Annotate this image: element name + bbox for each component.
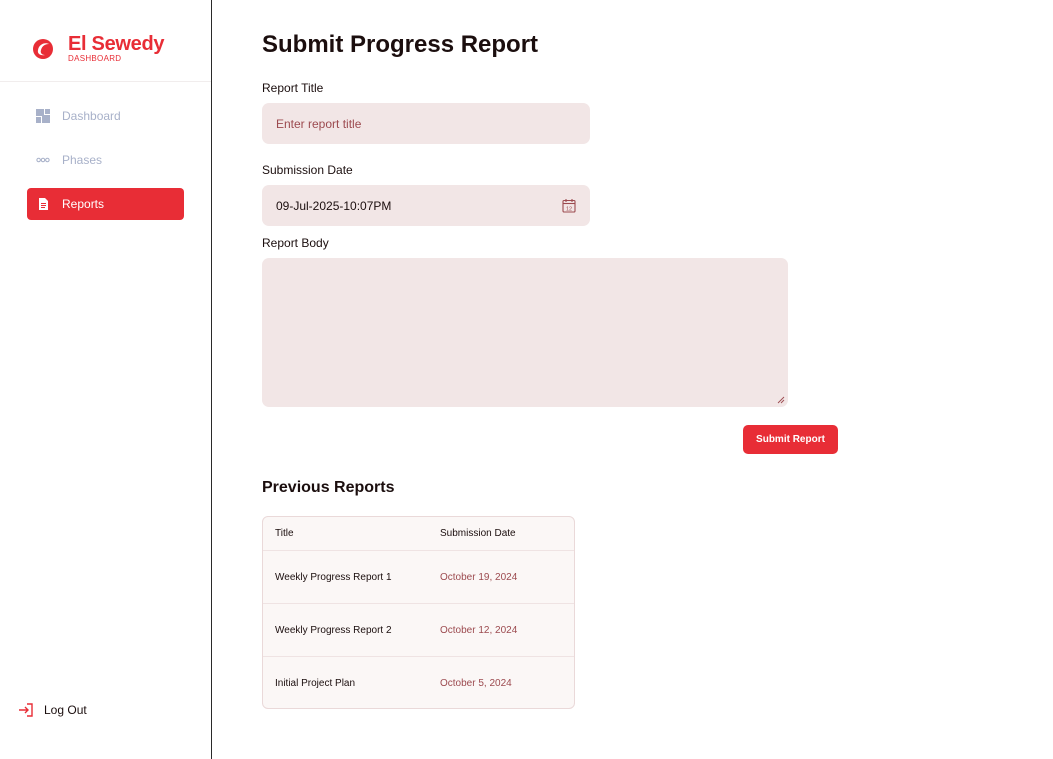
report-body-label: Report Body (262, 236, 329, 250)
logo-icon (33, 39, 53, 59)
report-date-cell: October 5, 2024 (440, 678, 512, 689)
page-title: Submit Progress Report (262, 31, 539, 58)
table-header: Title Submission Date (263, 517, 574, 551)
previous-reports-table: Title Submission Date Weekly Progress Re… (262, 516, 575, 709)
logout-label: Log Out (44, 703, 87, 717)
svg-text:12: 12 (566, 206, 572, 212)
sidebar-nav: Dashboard Phases Reports (27, 100, 184, 232)
sidebar-item-label: Reports (62, 197, 105, 211)
resize-handle-icon[interactable] (777, 396, 785, 404)
table-row[interactable]: Weekly Progress Report 2 October 12, 202… (263, 604, 574, 657)
sidebar: El Sewedy DASHBOARD Dashboard Phases Rep… (0, 0, 212, 759)
table-row[interactable]: Initial Project Plan October 5, 2024 (263, 657, 574, 708)
submit-report-button[interactable]: Submit Report (743, 425, 838, 454)
brand-subtitle: DASHBOARD (68, 54, 122, 63)
report-date-cell: October 19, 2024 (440, 571, 518, 583)
grid-icon (36, 109, 50, 123)
sidebar-item-phases[interactable]: Phases (27, 144, 184, 176)
submission-date-value: 09-Jul-2025-10:07PM (276, 198, 392, 213)
report-title-label: Report Title (262, 81, 324, 95)
logout-button[interactable]: Log Out (18, 703, 87, 717)
report-title-input[interactable] (262, 103, 590, 144)
sidebar-item-dashboard[interactable]: Dashboard (27, 100, 184, 132)
logout-icon (19, 703, 33, 717)
table-row[interactable]: Weekly Progress Report 1 October 19, 202… (263, 551, 574, 604)
submission-date-input[interactable]: 09-Jul-2025-10:07PM 12 (262, 185, 590, 226)
report-title-cell: Weekly Progress Report 2 (275, 624, 392, 636)
column-header-title: Title (275, 528, 294, 539)
sidebar-item-label: Dashboard (62, 109, 121, 123)
sidebar-item-label: Phases (62, 153, 103, 167)
calendar-icon[interactable]: 12 (562, 198, 576, 213)
column-header-date: Submission Date (440, 528, 516, 539)
submission-date-label: Submission Date (262, 163, 353, 177)
report-date-cell: October 12, 2024 (440, 624, 518, 636)
report-title-cell: Initial Project Plan (275, 678, 356, 689)
dots-icon (36, 153, 50, 167)
brand-name: El Sewedy (68, 33, 165, 55)
previous-reports-title: Previous Reports (262, 479, 395, 496)
sidebar-item-reports[interactable]: Reports (27, 188, 184, 220)
report-body-textarea[interactable] (262, 258, 788, 407)
brand[interactable]: El Sewedy DASHBOARD (32, 33, 165, 66)
report-title-cell: Weekly Progress Report 1 (275, 571, 392, 583)
document-icon (36, 197, 50, 211)
divider (0, 81, 211, 82)
